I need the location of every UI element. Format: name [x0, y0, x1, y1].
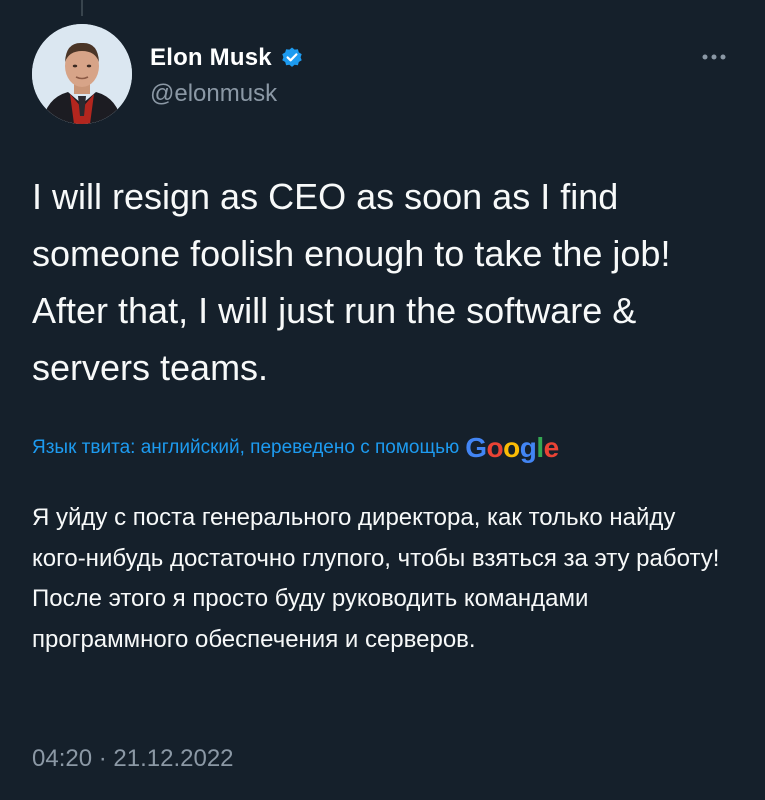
tweet-date[interactable]: 21.12.2022 [113, 745, 233, 772]
avatar[interactable] [32, 24, 132, 124]
tweet-timestamp[interactable]: 04:20 · 21.12.2022 [32, 745, 234, 773]
thread-connector-line [81, 0, 83, 16]
tweet-text: I will resign as CEO as soon as I find s… [32, 176, 671, 388]
profile-photo-icon [32, 24, 132, 124]
tweet-time[interactable]: 04:20 [32, 745, 92, 772]
author-name-row[interactable]: Elon Musk [150, 44, 304, 72]
translation-label[interactable]: Язык твита: английский, переведено с пом… [32, 437, 459, 459]
translated-tweet-text: Я уйду с поста генерального директора, к… [32, 504, 720, 653]
more-options-icon[interactable] [700, 50, 728, 64]
timestamp-separator: · [98, 745, 107, 772]
author-display-name[interactable]: Elon Musk [150, 44, 272, 72]
translation-notice[interactable]: Язык твита: английский, переведено с пом… [32, 434, 559, 462]
verified-badge-icon [280, 46, 304, 70]
google-logo: Google [465, 432, 559, 463]
author-handle[interactable]: @elonmusk [150, 80, 277, 108]
